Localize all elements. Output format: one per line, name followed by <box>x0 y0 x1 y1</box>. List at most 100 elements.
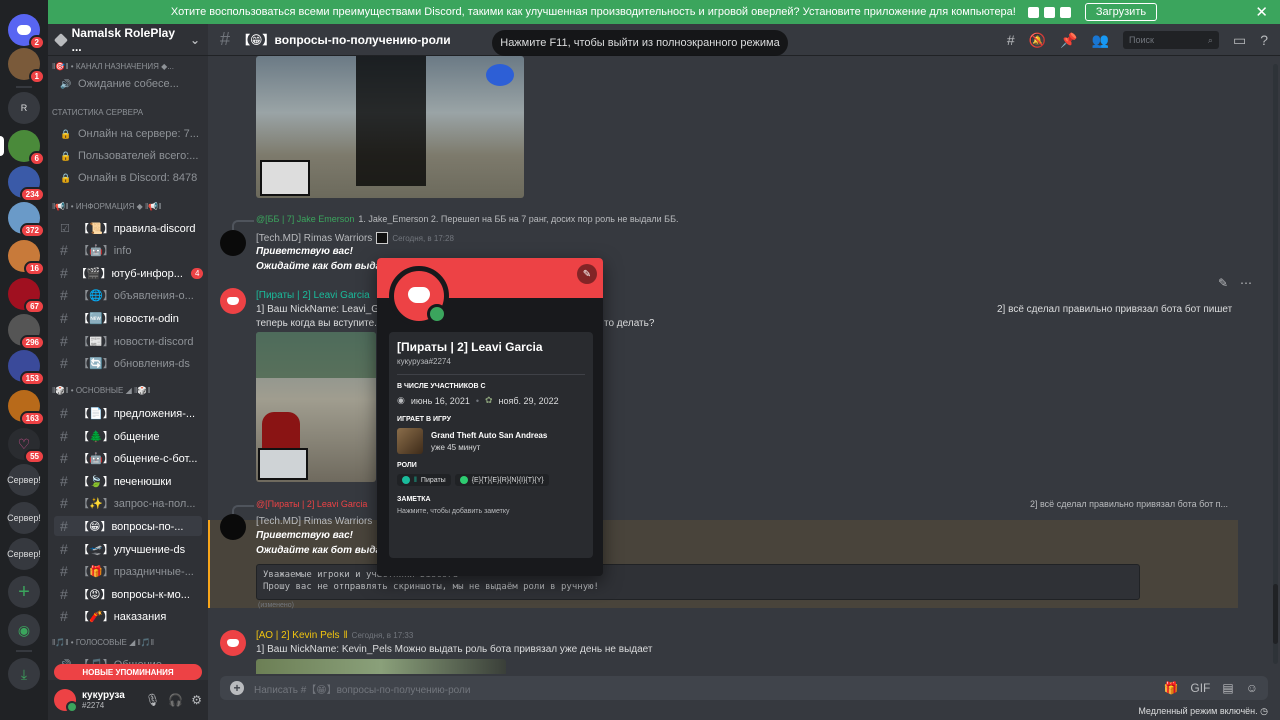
text-channel[interactable]: # 【🎁】праздничные-... <box>54 561 202 581</box>
channel-label: 【🎬】ютуб-инфор... <box>75 268 183 280</box>
game-hud-icon <box>486 64 514 86</box>
text-channel[interactable]: 🔒 Онлайн на сервере: 7... <box>54 124 202 144</box>
text-channel[interactable]: # 【🌲】общение <box>54 426 202 446</box>
text-channel[interactable]: # 【✨】запрос-на-пол... <box>54 493 202 513</box>
channel-label: 【🌐】объявления-о... <box>78 290 194 302</box>
server-icon[interactable]: 163 <box>8 390 45 426</box>
server-icon[interactable]: 153 <box>8 350 45 386</box>
gear-icon[interactable]: ⚙ <box>191 693 202 707</box>
reply-preview[interactable]: @[Пираты | 2] Leavi Garcia <box>231 499 367 515</box>
text-channel[interactable]: # 【📄】предложения-... <box>54 403 202 423</box>
server-icon[interactable]: 16 <box>8 240 45 276</box>
avatar[interactable] <box>220 630 246 656</box>
search-input[interactable]: Поиск ⌕ <box>1122 31 1219 49</box>
edit-icon[interactable]: ✎ <box>1218 276 1228 290</box>
reply-preview[interactable]: @[ББ | 7] Jake Emerson 1. Jake_Emerson 2… <box>231 214 678 230</box>
channel-label: 【📰】новости-discord <box>78 336 194 348</box>
screenshot-image[interactable] <box>256 659 506 674</box>
server-header[interactable]: Namalsk RolePlay ... ⌄ <box>48 24 208 56</box>
server-icon[interactable]: Сервер! <box>7 502 41 534</box>
server-icon[interactable]: Сервер! <box>7 464 41 496</box>
message-composer[interactable]: + Написать #【😁】вопросы-по-получению-роли… <box>220 676 1268 700</box>
text-channel[interactable]: # 【🍃】печенюшки <box>54 471 202 491</box>
message-text: Приветствую вас! <box>256 246 353 257</box>
avatar[interactable] <box>220 230 246 256</box>
role-color-dot <box>459 476 468 484</box>
text-channel[interactable]: # 【🤖】info <box>54 240 202 260</box>
category-header[interactable]: статистика сервера <box>52 108 143 117</box>
text-channel[interactable]: # 【🎬】ютуб-инфор... 4 <box>54 263 204 283</box>
inbox-icon[interactable]: ▭ <box>1233 32 1246 49</box>
server-icon[interactable]: 67 <box>8 278 45 314</box>
text-channel[interactable]: # 【😡】вопросы-к-мо... <box>54 584 202 604</box>
channel-label: 【🤖】общение-с-бот... <box>78 453 198 465</box>
screenshot-image[interactable] <box>256 332 376 482</box>
text-channel[interactable]: # 【🛫】улучшение-ds <box>54 539 202 559</box>
add-server-icon[interactable]: + <box>8 576 40 608</box>
note-input[interactable]: Нажмите, чтобы добавить заметку <box>397 508 585 515</box>
gif-icon[interactable]: GIF <box>1190 681 1210 695</box>
more-icon[interactable]: ⋯ <box>1240 276 1252 290</box>
server-icon[interactable]: 296 <box>8 314 45 350</box>
notification-bell-icon[interactable]: 🔕 <box>1029 32 1046 49</box>
role-pill[interactable]: {E}{T}{E}{R}{N}{I}{T}{Y} <box>454 474 549 486</box>
mute-icon[interactable]: 🎙 <box>145 693 160 707</box>
home-button[interactable]: 2 <box>8 14 45 50</box>
text-channel[interactable]: # 【🤖】общение-с-бот... <box>54 448 202 468</box>
server-icon[interactable]: 372 <box>8 202 45 238</box>
new-mentions-pill[interactable]: НОВЫЕ УПОМИНАНИЯ <box>54 664 202 680</box>
channel-label: 【🛫】улучшение-ds <box>78 544 186 556</box>
screenshot-image[interactable] <box>256 56 524 198</box>
headphones-icon[interactable]: 🎧 <box>168 693 183 707</box>
channel-label: Онлайн в Discord: 8478 <box>78 172 198 184</box>
category-header[interactable]: ǁ🎵ǁ • голосовые ◢ ǁ🎵ǁ <box>52 638 154 647</box>
hash-icon: # <box>60 518 68 534</box>
help-icon[interactable]: ? <box>1260 32 1268 48</box>
text-channel[interactable]: 🔒 Онлайн в Discord: 8478 <box>54 168 202 188</box>
download-button[interactable]: Загрузить <box>1084 3 1158 21</box>
category-header[interactable]: ǁ🎯ǁ • канал назначения ◆... <box>52 62 174 71</box>
text-channel[interactable]: # 【🧨】наказания <box>54 606 202 626</box>
avatar[interactable] <box>220 514 246 540</box>
close-icon[interactable]: ✕ <box>1255 3 1268 21</box>
scrollbar-track[interactable] <box>1273 64 1278 664</box>
add-attachment-icon[interactable]: + <box>230 681 244 695</box>
download-apps-icon[interactable]: ⤓ <box>8 658 40 690</box>
sticker-icon[interactable]: ▤ <box>1222 681 1233 695</box>
server-icon[interactable]: 234 <box>8 166 45 202</box>
edit-profile-icon[interactable]: ✎ <box>577 264 597 284</box>
role-color-dot <box>402 476 410 484</box>
server-r[interactable]: R <box>8 92 40 124</box>
message-author: [Tech.MD] Rimas Warriors <box>256 516 373 527</box>
category-header[interactable]: ǁ🎲ǁ • основные ◢ ǁ🎲ǁ <box>52 386 151 395</box>
server-icon[interactable]: 6 <box>0 130 45 166</box>
text-channel[interactable]: ☑ 【📜】правила-discord <box>54 218 202 238</box>
scrollbar-thumb[interactable] <box>1273 584 1278 644</box>
category-header[interactable]: ǁ📢ǁ • информация ◆ ǁ📢ǁ <box>52 202 162 211</box>
reply-preview-text: 2] всё сделал правильно привязал бота бо… <box>1030 499 1229 509</box>
text-channel[interactable]: # 【🆕】новости-odin <box>54 308 202 328</box>
os-icons <box>1027 6 1071 18</box>
text-channel[interactable]: # 【🌐】объявления-о... <box>54 285 202 305</box>
avatar[interactable] <box>220 288 246 314</box>
server-icon[interactable]: Сервер! <box>7 538 41 570</box>
voice-channel[interactable]: 🔊 Ожидание собесе... <box>54 74 202 94</box>
game-chat-overlay <box>256 332 376 378</box>
dm-avatar[interactable]: 1 <box>8 48 45 84</box>
server-icon[interactable]: ♡ 55 <box>8 428 45 464</box>
text-channel[interactable]: # 【😁】вопросы-по-... <box>54 516 202 536</box>
text-channel[interactable]: # 【🔄】обновления-ds <box>54 353 202 373</box>
members-icon[interactable]: 👥 <box>1092 32 1109 49</box>
message-input[interactable]: Написать #【😁】вопросы-по-получению-роли <box>254 681 470 696</box>
gift-icon[interactable]: 🎁 <box>1163 681 1178 695</box>
role-tag-icon: ǁ <box>414 476 417 484</box>
text-channel[interactable]: 🔒 Пользователей всего:... <box>54 146 202 166</box>
emoji-icon[interactable]: ☺ <box>1246 681 1258 695</box>
hash-icon: # <box>60 287 68 303</box>
text-channel[interactable]: # 【📰】новости-discord <box>54 331 202 351</box>
threads-icon[interactable]: # <box>1007 32 1015 48</box>
pin-icon[interactable]: 📌 <box>1060 32 1077 49</box>
avatar[interactable] <box>54 689 78 713</box>
explore-icon[interactable]: ◉ <box>8 614 40 646</box>
role-pill[interactable]: ǁ Пираты <box>397 474 451 486</box>
